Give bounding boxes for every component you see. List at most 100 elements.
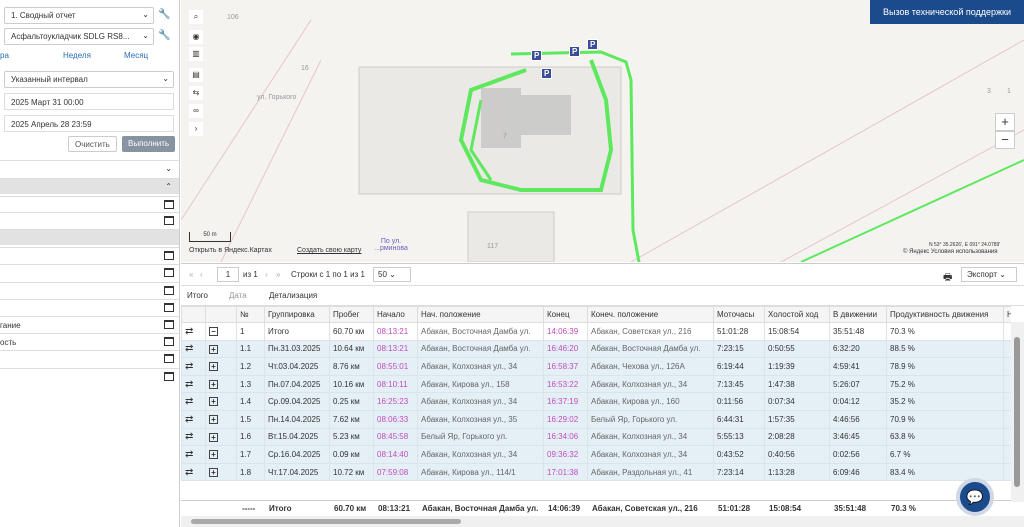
table-icon[interactable] xyxy=(164,200,174,209)
period-month[interactable]: Месяц xyxy=(124,51,148,65)
poi-label[interactable]: По ул. ...рминова xyxy=(371,238,411,252)
report-select[interactable]: 1. Сводный отчет ⌄ xyxy=(4,7,154,24)
table-row[interactable]: ⇄ +1.3 Пн.07.04.2025 10.16 км 08:10:11 Абакан… xyxy=(181,374,1011,394)
clear-button[interactable]: Очистить xyxy=(68,136,117,152)
parking-icon[interactable]: P xyxy=(569,46,581,57)
table-icon[interactable] xyxy=(164,268,174,277)
support-button[interactable]: Вызов технической поддержки xyxy=(870,0,1024,24)
vertical-scrollbar[interactable] xyxy=(1011,322,1024,502)
interval-select[interactable]: Указанный интервал ⌄ xyxy=(4,71,174,88)
parking-icon[interactable]: P xyxy=(541,68,553,79)
expand-icon[interactable]: + xyxy=(209,379,218,389)
route-cell[interactable]: ⇄ xyxy=(181,322,206,341)
nodes-icon[interactable]: ∞ xyxy=(189,104,203,118)
route-icon[interactable]: ⇄ xyxy=(185,449,193,460)
per-page-select[interactable]: 50 ⌄ xyxy=(373,267,411,282)
prev-page-icon[interactable]: ‹ xyxy=(200,270,203,279)
table-icon[interactable] xyxy=(164,337,174,346)
table-row[interactable]: ⇄ +1.6 Вт.15.04.2025 5.23 км 08:45:58 Белый Я… xyxy=(181,427,1011,447)
tab-total[interactable]: Итого xyxy=(187,291,208,300)
route-cell[interactable]: ⇄ xyxy=(181,462,206,482)
zoom-in-button[interactable]: + xyxy=(995,113,1015,131)
open-yandex-link[interactable]: Открыть в Яндекс.Картах xyxy=(189,247,272,254)
route-icon[interactable]: ⇄ xyxy=(185,326,193,337)
table-icon[interactable] xyxy=(164,216,174,225)
table-icon[interactable] xyxy=(164,303,174,312)
expand-icon[interactable]: + xyxy=(209,467,218,477)
route-icon[interactable]: ⇄ xyxy=(185,396,193,407)
expand-cell[interactable]: + xyxy=(205,374,237,394)
table-icon[interactable] xyxy=(164,286,174,295)
eye-icon[interactable]: ◉ xyxy=(189,30,203,44)
table-row[interactable]: ⇄ +1.2 Чт.03.04.2025 8.76 км 08:55:01 Абакан,… xyxy=(181,357,1011,376)
create-map-link[interactable]: Создать свою карту xyxy=(297,247,361,254)
left-row[interactable] xyxy=(0,196,179,212)
scrollbar-thumb[interactable] xyxy=(1014,337,1020,487)
scrollbar-thumb[interactable] xyxy=(191,519,461,524)
route-cell[interactable]: ⇄ xyxy=(181,339,206,359)
expand-cell[interactable]: + xyxy=(205,392,237,411)
column-header[interactable]: Конеч. положение xyxy=(587,306,714,323)
route-icon[interactable]: ⇄ xyxy=(185,414,193,425)
left-row[interactable]: гание xyxy=(0,316,179,332)
expand-cell[interactable]: + xyxy=(205,409,237,429)
next-page-icon[interactable]: › xyxy=(265,270,268,279)
left-row[interactable] xyxy=(0,368,179,384)
column-header[interactable]: № xyxy=(236,306,265,323)
route-icon[interactable]: ⇄ xyxy=(185,361,193,372)
column-header[interactable]: Нач. положение xyxy=(417,306,544,323)
parking-icon[interactable]: P xyxy=(587,39,599,50)
route-cell[interactable]: ⇄ xyxy=(181,392,206,411)
chat-button[interactable]: 💬 xyxy=(956,478,994,516)
period-week[interactable]: Неделя xyxy=(63,51,91,65)
tab-details[interactable]: Детализация xyxy=(269,291,317,300)
wrench-icon[interactable]: 🔧 xyxy=(158,30,170,41)
search-icon[interactable]: ⌕ xyxy=(189,10,203,24)
table-row[interactable]: ⇄ − 1 Итого 60.70 км 08:13:21 Абакан, Восточна… xyxy=(181,322,1011,341)
expand-cell[interactable]: + xyxy=(205,357,237,376)
route-cell[interactable]: ⇄ xyxy=(181,374,206,394)
route-icon[interactable]: ⇄ xyxy=(185,343,193,354)
expand-cell[interactable]: + xyxy=(205,445,237,464)
map[interactable]: ⌕ ◉ ▥ ▤ ⇆ ∞ › 16 ул. Горького 106 7 117 … xyxy=(181,0,1024,262)
route-cell[interactable]: ⇄ xyxy=(181,427,206,447)
left-row[interactable]: ⌄ xyxy=(0,160,179,176)
left-row[interactable]: ость xyxy=(0,333,179,349)
left-row[interactable] xyxy=(0,212,179,228)
horizontal-scrollbar[interactable] xyxy=(181,516,1024,527)
column-header[interactable] xyxy=(205,306,237,323)
expand-cell[interactable]: + xyxy=(205,462,237,482)
column-header[interactable]: Группировка xyxy=(264,306,330,323)
left-row[interactable] xyxy=(0,350,179,366)
table-row[interactable]: ⇄ +1.7 Ср.16.04.2025 0.09 км 08:14:40 Абакан,… xyxy=(181,445,1011,464)
parking-markers[interactable]: P P P P xyxy=(531,39,599,80)
unit-select[interactable]: Асфальтоукладчик SDLG RS8... ⌄ xyxy=(4,28,154,45)
expand-icon[interactable]: + xyxy=(209,362,218,372)
tab-date[interactable]: Дата xyxy=(229,291,247,300)
left-row[interactable] xyxy=(0,264,179,280)
expand-icon[interactable]: + xyxy=(209,397,218,407)
table-icon[interactable] xyxy=(164,354,174,363)
left-row[interactable]: ⌃ xyxy=(0,178,179,194)
expand-cell[interactable]: + xyxy=(205,339,237,359)
chevron-right-icon[interactable]: › xyxy=(189,122,203,136)
column-header[interactable]: Пробег xyxy=(329,306,374,323)
route-icon[interactable]: ⇄ xyxy=(185,431,193,442)
map-icon[interactable]: ▥ xyxy=(189,47,203,61)
expand-icon[interactable]: + xyxy=(209,432,218,442)
export-select[interactable]: Экспорт ⌄ xyxy=(961,267,1017,282)
left-row[interactable] xyxy=(0,282,179,298)
left-row[interactable] xyxy=(0,299,179,315)
column-header[interactable]: Нач xyxy=(1003,306,1011,323)
date-to-input[interactable]: 2025 Апрель 28 23:59 xyxy=(4,115,174,132)
column-header[interactable]: Продуктивность движения xyxy=(886,306,1004,323)
collapse-icon[interactable]: − xyxy=(209,326,218,336)
last-page-icon[interactable]: » xyxy=(276,270,280,279)
date-from-input[interactable]: 2025 Март 31 00:00 xyxy=(4,93,174,110)
expand-icon[interactable]: + xyxy=(209,414,218,424)
route-cell[interactable]: ⇄ xyxy=(181,409,206,429)
expand-icon[interactable]: + xyxy=(209,344,218,354)
column-header[interactable] xyxy=(181,306,206,323)
period-day[interactable]: ра xyxy=(0,51,9,65)
table-row[interactable]: ⇄ +1.1 Пн.31.03.2025 10.64 км 08:13:21 Абакан… xyxy=(181,339,1011,359)
